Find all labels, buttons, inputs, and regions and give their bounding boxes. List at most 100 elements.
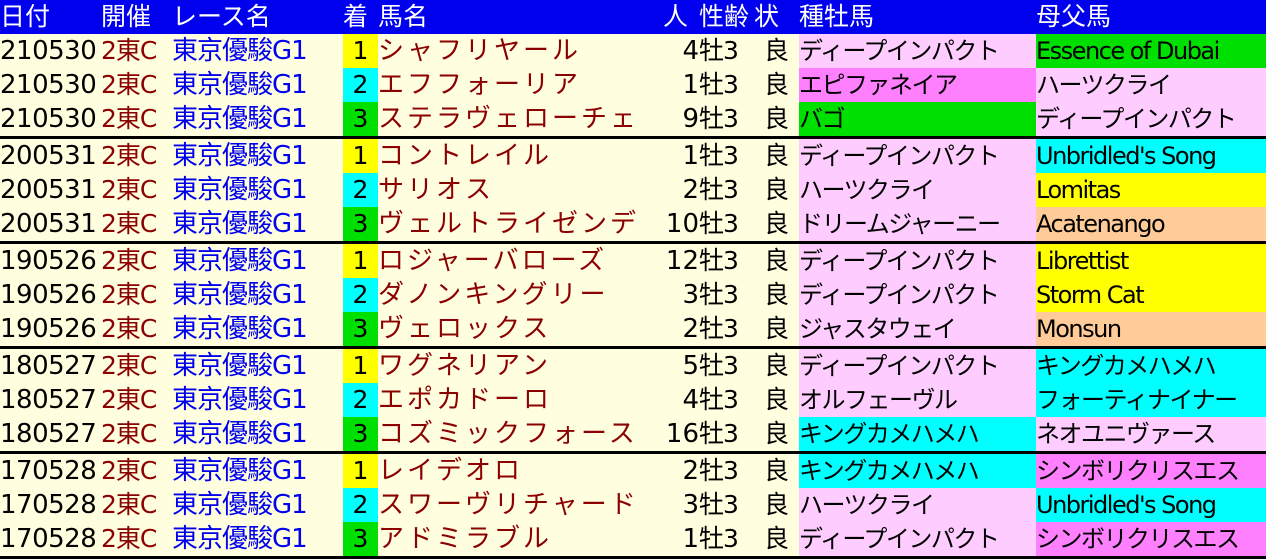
table-row[interactable]: 180527 2東C 東京優駿G1 3 コズミックフォース 16 牡3 良キングカメハメハ ネオ… — [0, 417, 1266, 454]
cell-date: 170528 — [0, 522, 101, 559]
cell-sexage: 牡3 — [699, 68, 754, 102]
table-row[interactable]: 210530 2東C 東京優駿G1 1 シャフリヤール 4 牡3 良ディープインパクト Esse… — [0, 34, 1266, 68]
table-row[interactable]: 190526 2東C 東京優駿G1 1 ロジャーバローズ 12 牡3 良ディープインパクト Li… — [0, 242, 1266, 278]
cell-race: 東京優駿G1 — [172, 68, 343, 102]
cell-horse: アドミラブル — [378, 522, 663, 559]
cell-sexage: 牡3 — [699, 488, 754, 522]
cell-damsire: フォーティナイナー — [1036, 383, 1266, 417]
column-header-horse[interactable]: 馬名 — [378, 0, 663, 34]
column-header-cond[interactable]: 状 — [754, 0, 799, 34]
cell-meet: 2東C — [101, 102, 172, 139]
cell-pop: 1 — [663, 137, 699, 173]
cell-sexage: 牡3 — [699, 452, 754, 488]
cell-pop: 2 — [663, 173, 699, 207]
cell-rank: 3 — [343, 417, 378, 454]
cell-rank: 2 — [343, 278, 378, 312]
cell-damsire: Librettist — [1036, 242, 1266, 278]
cell-date: 210530 — [0, 34, 101, 68]
table-row[interactable]: 170528 2東C 東京優駿G1 1 レイデオロ 2 牡3 良キングカメハメハ シンボリクリス… — [0, 452, 1266, 488]
cell-horse: シャフリヤール — [378, 34, 663, 68]
cell-race: 東京優駿G1 — [172, 34, 343, 68]
cell-date: 180527 — [0, 347, 101, 383]
column-header-race[interactable]: レース名 — [172, 0, 343, 34]
column-header-date[interactable]: 日付 — [0, 0, 101, 34]
cell-sire: ハーツクライ — [799, 488, 1036, 522]
cell-meet: 2東C — [101, 452, 172, 488]
cell-cond: 良 — [754, 452, 799, 488]
cell-sexage: 牡3 — [699, 102, 754, 139]
table-row[interactable]: 180527 2東C 東京優駿G1 2 エポカドーロ 4 牡3 良オルフェーヴル フォーティナイ… — [0, 383, 1266, 417]
cell-sire: エピファネイア — [799, 68, 1036, 102]
table-row[interactable]: 170528 2東C 東京優駿G1 3 アドミラブル 1 牡3 良ディープインパクト シンボリク… — [0, 522, 1266, 559]
cell-cond: 良 — [754, 383, 799, 417]
cell-date: 180527 — [0, 383, 101, 417]
cell-date: 190526 — [0, 278, 101, 312]
cell-sire: ディープインパクト — [799, 347, 1036, 383]
cell-horse: ステラヴェローチェ — [378, 102, 663, 139]
cell-damsire: ネオユニヴァース — [1036, 417, 1266, 454]
cell-meet: 2東C — [101, 173, 172, 207]
cell-horse: スワーヴリチャード — [378, 488, 663, 522]
cell-sexage: 牡3 — [699, 278, 754, 312]
cell-cond: 良 — [754, 68, 799, 102]
cell-damsire: Essence of Dubai — [1036, 34, 1266, 68]
table-row[interactable]: 190526 2東C 東京優駿G1 3 ヴェロックス 2 牡3 良ジャスタウェイ Monsun — [0, 312, 1266, 349]
cell-damsire: ハーツクライ — [1036, 68, 1266, 102]
cell-rank: 1 — [343, 242, 378, 278]
cell-horse: サリオス — [378, 173, 663, 207]
column-header-meet[interactable]: 開催 — [101, 0, 172, 34]
cell-sire: バゴ — [799, 102, 1036, 139]
cell-sexage: 牡3 — [699, 383, 754, 417]
column-header-sire[interactable]: 種牡馬 — [799, 0, 1036, 34]
table-row[interactable]: 200531 2東C 東京優駿G1 3 ヴェルトライゼンデ 10 牡3 良ドリームジャーニー A… — [0, 207, 1266, 244]
cell-sexage: 牡3 — [699, 522, 754, 559]
table-row[interactable]: 180527 2東C 東京優駿G1 1 ワグネリアン 5 牡3 良ディープインパクト キングカメ… — [0, 347, 1266, 383]
column-header-sexage[interactable]: 性齢 — [699, 0, 754, 34]
cell-rank: 1 — [343, 137, 378, 173]
table-row[interactable]: 210530 2東C 東京優駿G1 3 ステラヴェローチェ 9 牡3 良バゴ ディープインパクト — [0, 102, 1266, 139]
cell-damsire: シンボリクリスエス — [1036, 522, 1266, 559]
table-row[interactable]: 170528 2東C 東京優駿G1 2 スワーヴリチャード 3 牡3 良ハーツクライ Unbri… — [0, 488, 1266, 522]
cell-sexage: 牡3 — [699, 207, 754, 244]
cell-cond: 良 — [754, 137, 799, 173]
table-row[interactable]: 200531 2東C 東京優駿G1 2 サリオス 2 牡3 良ハーツクライ Lomitas — [0, 173, 1266, 207]
cell-cond: 良 — [754, 488, 799, 522]
cell-cond: 良 — [754, 417, 799, 454]
cell-meet: 2東C — [101, 278, 172, 312]
table-row[interactable]: 200531 2東C 東京優駿G1 1 コントレイル 1 牡3 良ディープインパクト Unbri… — [0, 137, 1266, 173]
cell-race: 東京優駿G1 — [172, 242, 343, 278]
cell-race: 東京優駿G1 — [172, 137, 343, 173]
cell-pop: 1 — [663, 68, 699, 102]
table-row[interactable]: 210530 2東C 東京優駿G1 2 エフフォーリア 1 牡3 良エピファネイア ハーツクライ — [0, 68, 1266, 102]
cell-pop: 3 — [663, 488, 699, 522]
cell-horse: ダノンキングリー — [378, 278, 663, 312]
column-header-rank[interactable]: 着 — [343, 0, 378, 34]
cell-sexage: 牡3 — [699, 417, 754, 454]
cell-meet: 2東C — [101, 242, 172, 278]
cell-horse: ロジャーバローズ — [378, 242, 663, 278]
cell-race: 東京優駿G1 — [172, 452, 343, 488]
column-header-pop[interactable]: 人 — [663, 0, 699, 34]
column-header-damsire[interactable]: 母父馬 — [1036, 0, 1266, 34]
cell-sire: ディープインパクト — [799, 137, 1036, 173]
cell-pop: 10 — [663, 207, 699, 244]
cell-sexage: 牡3 — [699, 34, 754, 68]
race-results-table: 日付 開催 レース名着馬名人性齢状種牡馬 母父馬 210530 2東C 東京優駿G1 1 シャ… — [0, 0, 1266, 559]
cell-rank: 3 — [343, 522, 378, 559]
cell-rank: 3 — [343, 312, 378, 349]
table-row[interactable]: 190526 2東C 東京優駿G1 2 ダノンキングリー 3 牡3 良ディープインパクト Sto… — [0, 278, 1266, 312]
cell-meet: 2東C — [101, 68, 172, 102]
cell-pop: 2 — [663, 312, 699, 349]
cell-pop: 4 — [663, 34, 699, 68]
cell-sire: ハーツクライ — [799, 173, 1036, 207]
header-row: 日付 開催 レース名着馬名人性齢状種牡馬 母父馬 — [0, 0, 1266, 34]
cell-rank: 3 — [343, 102, 378, 139]
cell-sire: ディープインパクト — [799, 522, 1036, 559]
cell-horse: エフフォーリア — [378, 68, 663, 102]
cell-race: 東京優駿G1 — [172, 207, 343, 244]
cell-meet: 2東C — [101, 347, 172, 383]
table-body: 210530 2東C 東京優駿G1 1 シャフリヤール 4 牡3 良ディープインパクト Esse… — [0, 34, 1266, 559]
cell-meet: 2東C — [101, 488, 172, 522]
cell-pop: 9 — [663, 102, 699, 139]
cell-date: 170528 — [0, 452, 101, 488]
